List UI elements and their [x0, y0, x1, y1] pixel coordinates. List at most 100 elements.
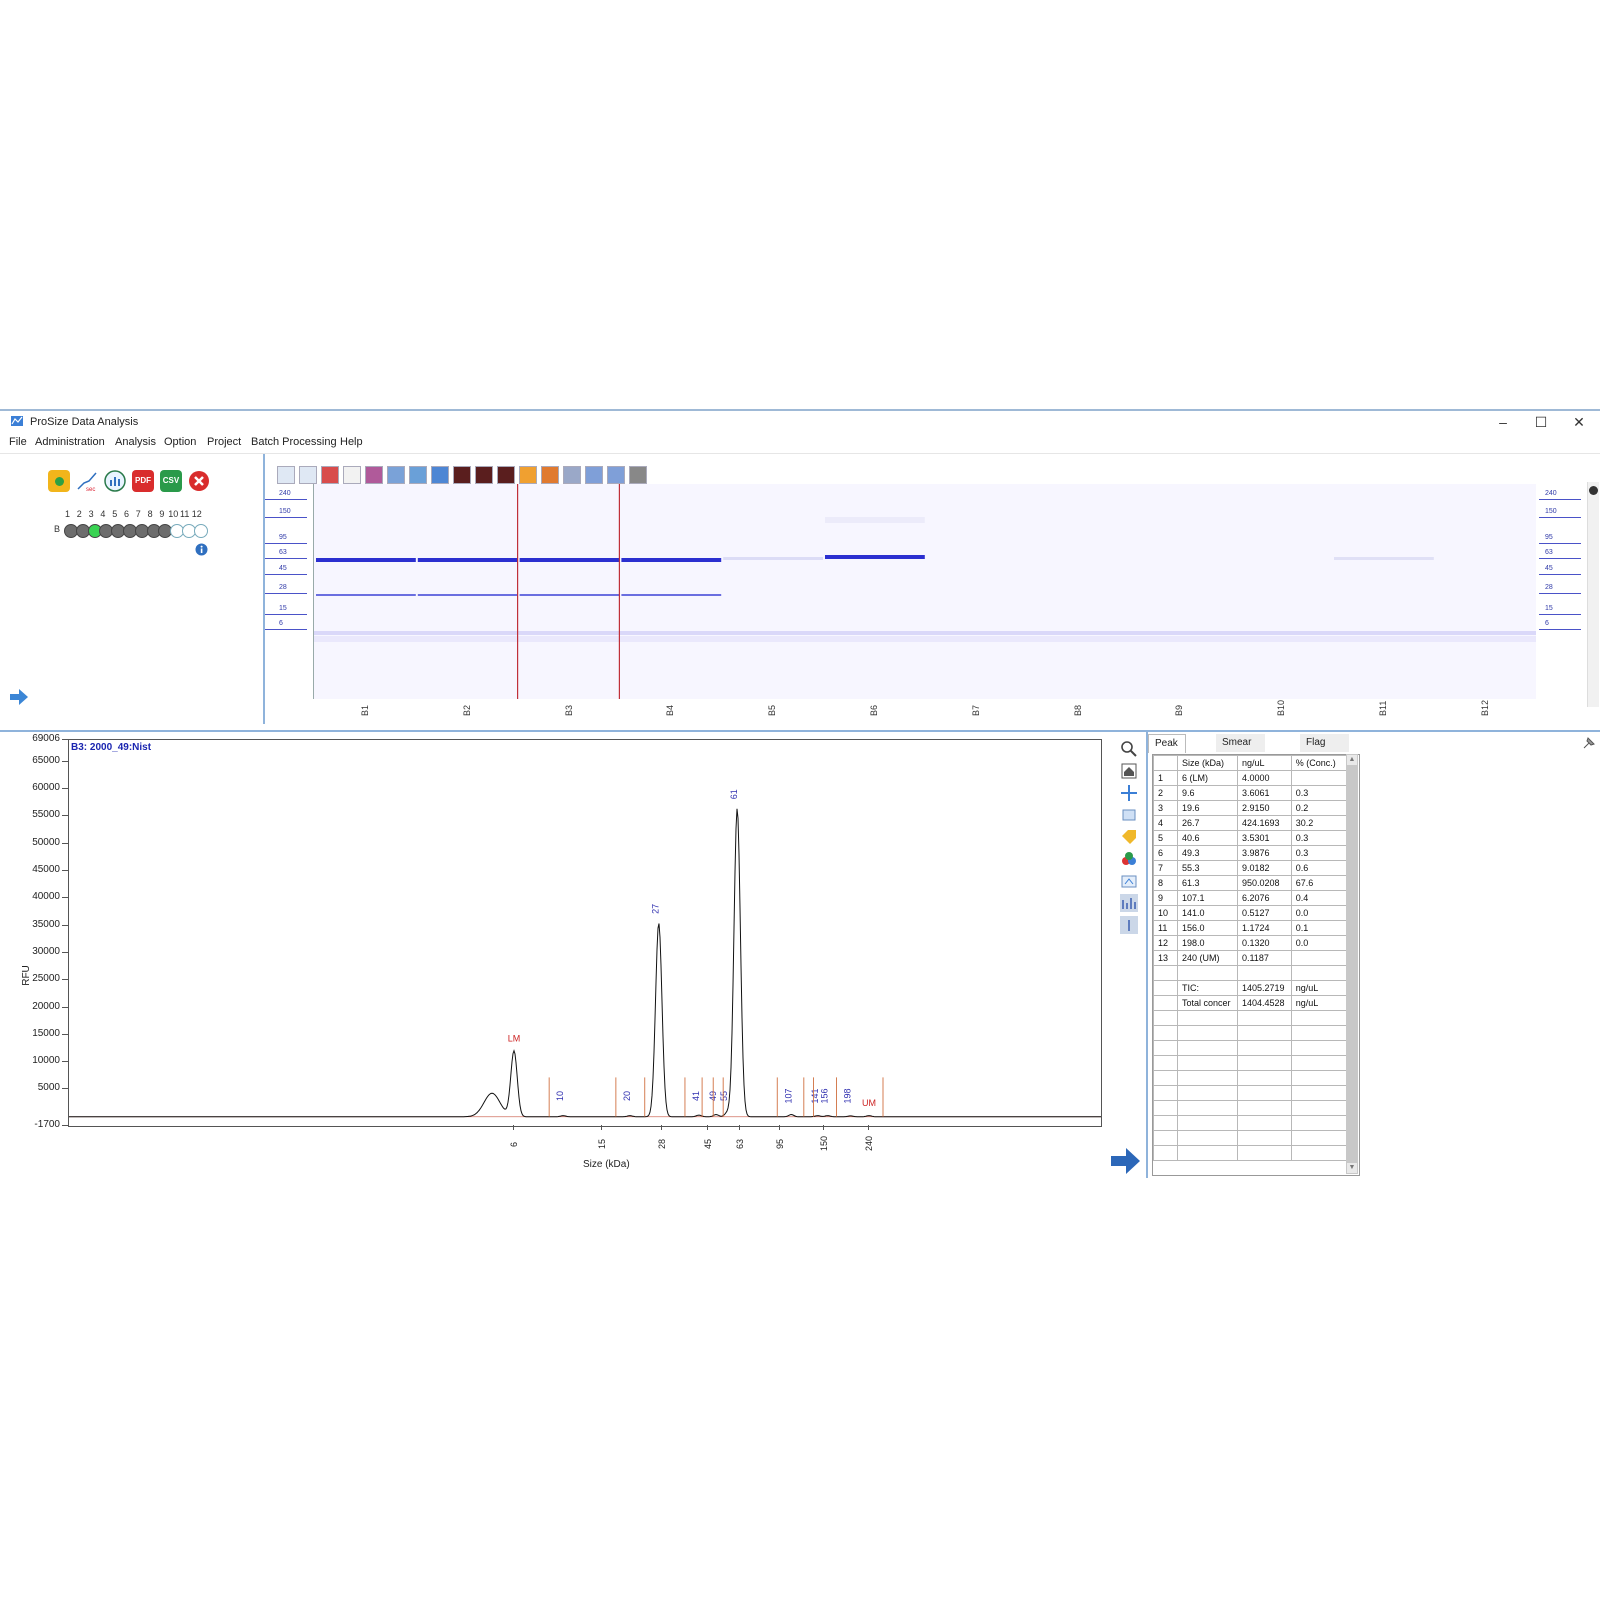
- table-row[interactable]: 4 26.7 424.1693 30.2: [1153, 815, 1348, 831]
- peak-bars-icon[interactable]: [585, 466, 603, 484]
- single-peak-icon[interactable]: [1120, 916, 1138, 934]
- column-header[interactable]: Size (kDa): [1176, 755, 1238, 771]
- dark-gel-1-icon[interactable]: [453, 466, 471, 484]
- lane-label[interactable]: B7: [971, 705, 981, 716]
- column-header[interactable]: ng/uL: [1236, 755, 1292, 771]
- table-row[interactable]: 3 19.6 2.9150 0.2: [1153, 800, 1348, 816]
- table-row[interactable]: 6 49.3 3.9876 0.3: [1153, 845, 1348, 861]
- split-view-icon[interactable]: [299, 466, 317, 484]
- dark-gel-3-icon[interactable]: [497, 466, 515, 484]
- pan-icon[interactable]: [1120, 784, 1138, 802]
- lane-label[interactable]: B10: [1276, 700, 1286, 716]
- peak-table-scrollbar[interactable]: ▲ ▼: [1346, 754, 1358, 1174]
- dark-gel-2-icon[interactable]: [475, 466, 493, 484]
- lane-label[interactable]: B6: [869, 705, 879, 716]
- close-red-icon[interactable]: [188, 470, 210, 492]
- menu-help[interactable]: Help: [340, 436, 363, 448]
- peak-UM[interactable]: UM: [862, 1098, 876, 1108]
- gel-view-icon[interactable]: [321, 466, 339, 484]
- csv-export-icon[interactable]: CSV: [160, 470, 182, 492]
- forward-arrow-icon[interactable]: [1110, 1146, 1142, 1176]
- peak-198[interactable]: 198: [836, 1077, 852, 1117]
- lane-marker-icon[interactable]: [563, 466, 581, 484]
- blank-view-icon[interactable]: [343, 466, 361, 484]
- menu-project[interactable]: Project: [207, 436, 241, 448]
- table-row[interactable]: TIC: 1405.2719 ng/uL: [1153, 980, 1348, 996]
- pdf-export-icon[interactable]: PDF: [132, 470, 154, 492]
- table-row[interactable]: 13 240 (UM) 0.1187: [1153, 950, 1348, 966]
- table-row[interactable]: 2 9.6 3.6061 0.3: [1153, 785, 1348, 801]
- zoom-tool-icon[interactable]: [409, 466, 427, 484]
- color-palette-icon[interactable]: [1120, 850, 1138, 868]
- table-icon[interactable]: [1120, 806, 1138, 824]
- home-icon[interactable]: [1120, 762, 1138, 780]
- peak-table: Size (kDa) ng/uL% (Conc.) 1 6 (LM) 4.0000 2 9.…: [1152, 754, 1360, 1176]
- peak-LM[interactable]: LM: [508, 1033, 521, 1043]
- tab-smear-analysis[interactable]: Smear Analysis: [1216, 734, 1266, 766]
- table-row[interactable]: Total concer 1404.4528 ng/uL: [1153, 995, 1348, 1011]
- lane-label[interactable]: B3: [564, 705, 574, 716]
- peak-10[interactable]: 10: [548, 1077, 565, 1117]
- menu-batch-processing[interactable]: Batch Processing: [251, 436, 337, 448]
- palette-icon[interactable]: [365, 466, 383, 484]
- chart-view-icon[interactable]: [104, 470, 126, 492]
- lane-label[interactable]: B11: [1378, 701, 1388, 716]
- color-wheel-icon[interactable]: [541, 466, 559, 484]
- menu-administration[interactable]: Administration: [35, 436, 105, 448]
- info-icon[interactable]: [195, 543, 208, 556]
- expand-arrow-icon[interactable]: [9, 688, 29, 706]
- peak-141[interactable]: 141: [803, 1077, 820, 1117]
- menu-option[interactable]: Option: [164, 436, 196, 448]
- tab-peak-table[interactable]: Peak Table: [1148, 734, 1186, 767]
- bottom-panel: 69006 65000 60000 55000 50000 45000 40000 35000…: [0, 730, 1600, 1196]
- menu-file[interactable]: File: [9, 436, 27, 448]
- zoom-icon[interactable]: [1120, 740, 1138, 758]
- open-folder-icon[interactable]: [48, 470, 70, 492]
- peak-20[interactable]: 20: [615, 1077, 632, 1117]
- table-cell: [1236, 1130, 1292, 1146]
- table-cell: [1153, 1055, 1178, 1071]
- table-row[interactable]: 11 156.0 1.1724 0.1: [1153, 920, 1348, 936]
- lane-label[interactable]: B12: [1480, 700, 1490, 716]
- settings-icon[interactable]: [1120, 872, 1138, 890]
- peak-view-icon[interactable]: [1120, 894, 1138, 912]
- peak-49[interactable]: 49: [701, 1077, 718, 1117]
- empty-row: [1153, 1025, 1348, 1041]
- image-settings-icon[interactable]: [387, 466, 405, 484]
- size-calibration-icon[interactable]: sec: [76, 470, 98, 492]
- close-button[interactable]: ✕: [1560, 411, 1598, 433]
- move-tool-icon[interactable]: [431, 466, 449, 484]
- peak-41[interactable]: 41: [684, 1077, 701, 1117]
- lane-label[interactable]: B9: [1174, 705, 1184, 716]
- lane-label[interactable]: B2: [462, 705, 472, 716]
- table-row[interactable]: [1153, 965, 1348, 981]
- plate-well[interactable]: [193, 524, 208, 538]
- tag-icon[interactable]: [1120, 828, 1138, 846]
- menu-analysis[interactable]: Analysis: [115, 436, 156, 448]
- maximize-button[interactable]: ☐: [1522, 411, 1560, 433]
- table-row[interactable]: 10 141.0 0.5127 0.0: [1153, 905, 1348, 921]
- table-row[interactable]: 8 61.3 950.0208 67.6: [1153, 875, 1348, 891]
- table-row[interactable]: 9 107.1 6.2076 0.4: [1153, 890, 1348, 906]
- window-title: ProSize Data Analysis: [30, 416, 139, 428]
- table-row[interactable]: 12 198.0 0.1320 0.0: [1153, 935, 1348, 951]
- table-row[interactable]: 5 40.6 3.5301 0.3: [1153, 830, 1348, 846]
- lane-label[interactable]: B4: [665, 705, 675, 716]
- tab-flag-analysis[interactable]: Flag Analysis: [1300, 734, 1350, 766]
- lane-label[interactable]: B8: [1073, 705, 1083, 716]
- pin-icon[interactable]: [1582, 736, 1596, 750]
- table-row[interactable]: 16 (LM) 4.0000: [1153, 770, 1348, 786]
- peak-107[interactable]: 107: [776, 1077, 793, 1117]
- column-header[interactable]: [1153, 755, 1178, 771]
- well-number: 7: [135, 509, 141, 519]
- peak-bars-2-icon[interactable]: [607, 466, 625, 484]
- lane-label[interactable]: B5: [767, 705, 777, 716]
- minimize-button[interactable]: –: [1484, 411, 1522, 433]
- column-header[interactable]: % (Conc.): [1290, 755, 1348, 771]
- table-row[interactable]: 7 55.3 9.0182 0.6: [1153, 860, 1348, 876]
- window-icon[interactable]: [277, 466, 295, 484]
- gradient-icon[interactable]: [519, 466, 537, 484]
- gel-scrollbar[interactable]: [1587, 482, 1599, 707]
- single-peak-tool-icon[interactable]: [629, 466, 647, 484]
- lane-label[interactable]: B1: [360, 705, 370, 716]
